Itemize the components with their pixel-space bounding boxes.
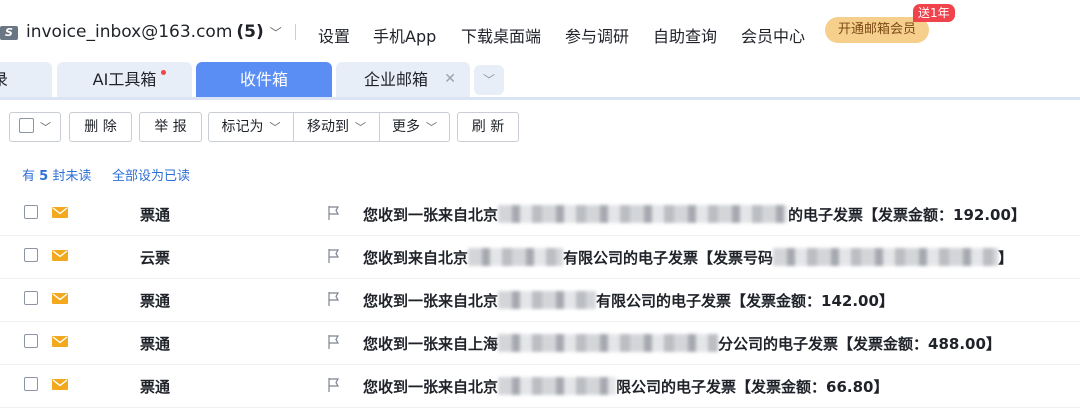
subject-part: 您收到一张来自上海 bbox=[363, 335, 499, 353]
subject-part: 您收到来自北京 bbox=[363, 249, 469, 267]
tabs-more-button[interactable]: ﹀ bbox=[474, 65, 504, 95]
mail-row[interactable]: 票通 您收到一张来自北京 有限公司的电子发票【发票金额：142.00】 bbox=[0, 278, 1080, 322]
subject-part: 分公司的电子发票【发票金额：488.00】 bbox=[718, 335, 1001, 353]
tab-ai-toolbox[interactable]: AI工具箱 bbox=[57, 62, 192, 97]
nav-survey[interactable]: 参与调研 bbox=[565, 23, 629, 47]
envelope-icon bbox=[52, 250, 68, 261]
mail-sender: 云票 bbox=[140, 249, 171, 267]
flag-icon[interactable] bbox=[327, 205, 341, 221]
subject-part: 您收到一张来自北京 bbox=[363, 378, 499, 396]
nav-download-desktop[interactable]: 下载桌面端 bbox=[461, 23, 541, 47]
chevron-down-icon: ﹀ bbox=[426, 121, 437, 134]
nav-mobile-app[interactable]: 手机App bbox=[373, 23, 436, 47]
mail-subject[interactable]: 您收到来自北京 有限公司的电子发票【发票号码 】 bbox=[363, 247, 1013, 268]
vip-badge: 送1年 bbox=[913, 4, 955, 22]
redacted-text bbox=[773, 248, 999, 266]
subject-part: 您收到一张来自北京 bbox=[363, 292, 499, 310]
envelope-icon bbox=[52, 293, 68, 304]
redacted-text bbox=[498, 377, 617, 395]
refresh-button[interactable]: 刷 新 bbox=[457, 112, 519, 142]
mail-sender: 票通 bbox=[140, 206, 171, 224]
mail-row[interactable]: 票通 您收到一张来自上海 分公司的电子发票【发票金额：488.00】 bbox=[0, 321, 1080, 365]
divider bbox=[295, 24, 296, 40]
row-checkbox[interactable] bbox=[24, 205, 38, 219]
mail-sender: 票通 bbox=[140, 335, 171, 353]
tab-label: 收件箱 bbox=[239, 70, 288, 89]
mail-logo-icon: S bbox=[0, 26, 18, 40]
notification-dot-icon bbox=[161, 70, 166, 75]
unread-suffix: 封未读 bbox=[52, 169, 92, 184]
envelope-icon bbox=[52, 207, 68, 218]
subject-part: 限公司的电子发票【发票金额：66.80】 bbox=[616, 378, 889, 396]
chevron-down-icon: ﹀ bbox=[269, 26, 282, 40]
report-button[interactable]: 举 报 bbox=[139, 112, 202, 142]
mail-subject[interactable]: 您收到一张来自北京 的电子发票【发票金额：192.00】 bbox=[363, 204, 1026, 225]
subject-part: 您收到一张来自北京 bbox=[363, 206, 499, 224]
envelope-icon bbox=[52, 379, 68, 390]
delete-button[interactable]: 删 除 bbox=[69, 112, 132, 142]
tab-label: 企业邮箱 bbox=[364, 70, 429, 89]
nav-self-service[interactable]: 自助查询 bbox=[653, 23, 717, 47]
chevron-down-icon: ﹀ bbox=[269, 121, 281, 134]
tab-bar: 录 AI工具箱 收件箱 企业邮箱 ✕ bbox=[0, 62, 1080, 100]
more-dropdown[interactable]: 更多 ﹀ bbox=[380, 112, 450, 142]
subject-part: 】 bbox=[998, 249, 1014, 267]
row-checkbox[interactable] bbox=[24, 291, 38, 305]
subject-part: 有限公司的电子发票【发票金额：142.00】 bbox=[596, 292, 894, 310]
mail-row[interactable]: 票通 您收到一张来自北京 的电子发票【发票金额：192.00】 bbox=[0, 192, 1080, 236]
tab-label: 录 bbox=[0, 70, 8, 89]
account-address: invoice_inbox@163.com bbox=[26, 22, 233, 42]
flag-icon[interactable] bbox=[327, 248, 341, 264]
redacted-text bbox=[468, 248, 564, 266]
nav-settings[interactable]: 设置 bbox=[318, 23, 350, 47]
flag-icon[interactable] bbox=[327, 291, 341, 307]
redacted-text bbox=[498, 205, 789, 223]
checkbox-icon bbox=[19, 118, 34, 133]
chevron-down-icon: ﹀ bbox=[355, 121, 366, 134]
top-bar: S invoice_inbox@163.com (5) ﹀ 设置 手机App 下载桌… bbox=[0, 0, 1080, 62]
row-checkbox[interactable] bbox=[24, 334, 38, 348]
select-all-dropdown[interactable]: ﹀ bbox=[9, 112, 61, 142]
redacted-text bbox=[498, 334, 719, 352]
unread-prefix: 有 bbox=[22, 169, 36, 184]
account-switcher[interactable]: invoice_inbox@163.com (5) ﹀ bbox=[26, 22, 282, 42]
tab-enterprise-mail[interactable]: 企业邮箱 ✕ bbox=[336, 62, 470, 97]
tab-label: AI工具箱 bbox=[92, 70, 157, 89]
subject-part: 有限公司的电子发票【发票号码 bbox=[563, 249, 774, 267]
redacted-text bbox=[498, 291, 597, 309]
mark-all-read-link[interactable]: 全部设为已读 bbox=[112, 165, 190, 184]
envelope-icon bbox=[52, 336, 68, 347]
unread-summary: 有 5 封未读 bbox=[22, 165, 91, 184]
mail-row[interactable]: 票通 您收到一张来自北京 限公司的电子发票【发票金额：66.80】 bbox=[0, 364, 1080, 408]
mail-row[interactable]: 云票 您收到来自北京 有限公司的电子发票【发票号码 】 bbox=[0, 235, 1080, 279]
row-checkbox[interactable] bbox=[24, 377, 38, 391]
mark-as-dropdown[interactable]: 标记为 ﹀ bbox=[208, 112, 294, 142]
move-to-label: 移动到 bbox=[307, 119, 349, 135]
nav-member-center[interactable]: 会员中心 bbox=[741, 23, 805, 47]
subject-part: 的电子发票【发票金额：192.00】 bbox=[788, 206, 1026, 224]
mark-as-label: 标记为 bbox=[221, 119, 264, 135]
mail-subject[interactable]: 您收到一张来自北京 限公司的电子发票【发票金额：66.80】 bbox=[363, 376, 888, 397]
flag-icon[interactable] bbox=[327, 334, 341, 350]
move-to-dropdown[interactable]: 移动到 ﹀ bbox=[294, 112, 380, 142]
unread-count: (5) bbox=[236, 22, 264, 42]
row-checkbox[interactable] bbox=[24, 248, 38, 262]
chevron-down-icon: ﹀ bbox=[40, 121, 51, 134]
mail-subject[interactable]: 您收到一张来自北京 有限公司的电子发票【发票金额：142.00】 bbox=[363, 290, 894, 311]
chevron-down-icon: ﹀ bbox=[482, 73, 495, 87]
more-label: 更多 bbox=[392, 119, 420, 135]
tab-previous[interactable]: 录 bbox=[0, 62, 52, 97]
close-icon[interactable]: ✕ bbox=[444, 62, 456, 97]
flag-icon[interactable] bbox=[327, 377, 341, 393]
mail-sender: 票通 bbox=[140, 292, 171, 310]
unread-number: 5 bbox=[39, 169, 49, 184]
tab-inbox[interactable]: 收件箱 bbox=[196, 62, 332, 100]
mail-sender: 票通 bbox=[140, 378, 171, 396]
mail-subject[interactable]: 您收到一张来自上海 分公司的电子发票【发票金额：488.00】 bbox=[363, 333, 1001, 354]
